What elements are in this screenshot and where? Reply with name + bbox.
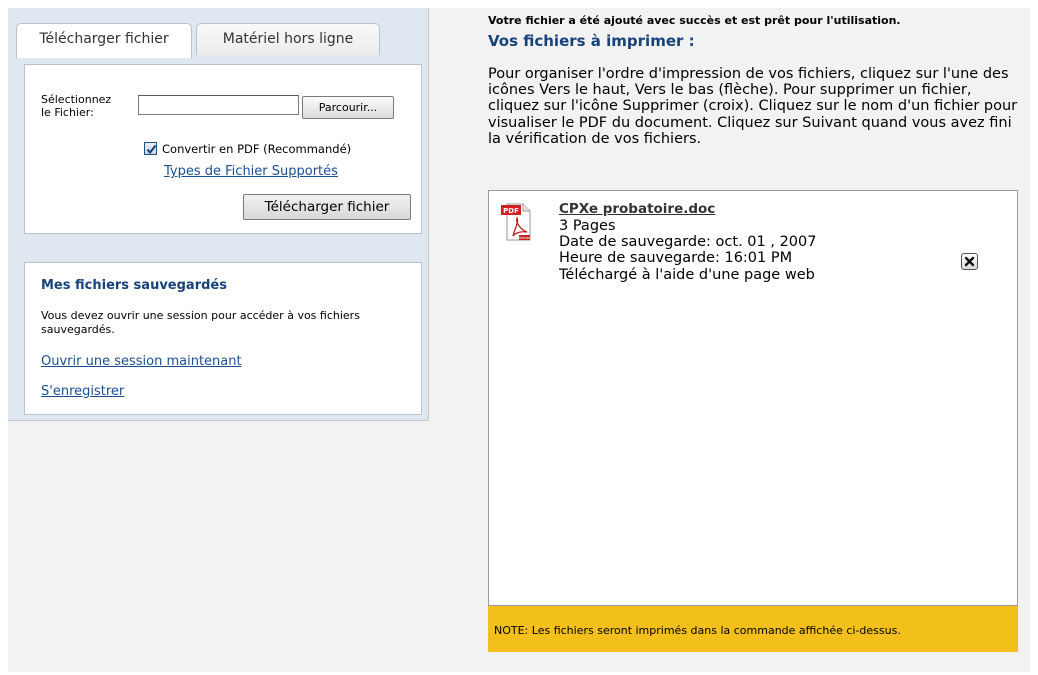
select-file-label: Sélectionnez le Fichier: xyxy=(41,93,112,119)
note-bar: NOTE: Les fichiers seront imprimés dans … xyxy=(488,606,1018,652)
file-source: Téléchargé à l'aide d'une page web xyxy=(559,266,815,283)
saved-files-title: Mes fichiers sauvegardés xyxy=(41,278,227,293)
tab-offline-material[interactable]: Matériel hors ligne xyxy=(196,23,380,55)
file-path-input[interactable] xyxy=(138,95,299,115)
file-save-time: Heure de sauvegarde: 16:01 PM xyxy=(559,250,793,267)
instructions-text: Pour organiser l'ordre d'impression de v… xyxy=(488,66,1018,147)
register-link[interactable]: S'enregistrer xyxy=(41,384,124,399)
supported-file-types-link[interactable]: Types de Fichier Supportés xyxy=(164,164,338,179)
upload-file-button[interactable]: Télécharger fichier xyxy=(243,194,411,220)
file-details: 3 Pages Date de sauvegarde: oct. 01 , 20… xyxy=(559,218,849,283)
print-order-note: NOTE: Les fichiers seront imprimés dans … xyxy=(494,624,901,637)
convert-pdf-checkbox[interactable] xyxy=(144,142,157,155)
left-sidebar: Télécharger fichier Matériel hors ligne … xyxy=(8,8,429,421)
svg-text:PDF: PDF xyxy=(503,207,519,215)
login-now-link[interactable]: Ouvrir une session maintenant xyxy=(41,354,242,369)
file-name-link[interactable]: CPXe probatoire.doc xyxy=(559,201,715,217)
svg-text:Adobe: Adobe xyxy=(519,236,531,240)
browse-button[interactable]: Parcourir... xyxy=(302,96,394,119)
success-message: Votre fichier a été ajouté avec succès e… xyxy=(488,14,901,27)
file-pages: 3 Pages xyxy=(559,218,616,234)
close-icon xyxy=(964,256,975,267)
files-list: PDF Adobe CPXe probatoire.doc 3 Pages Da… xyxy=(488,190,1018,606)
saved-files-message: Vous devez ouvrir une session pour accéd… xyxy=(41,309,360,336)
saved-files-panel: Mes fichiers sauvegardés Vous devez ouvr… xyxy=(24,262,422,415)
file-save-date: Date de sauvegarde: oct. 01 , 2007 xyxy=(559,234,817,251)
checkmark-icon xyxy=(146,144,157,155)
pdf-icon[interactable]: PDF Adobe xyxy=(501,202,531,242)
delete-file-button[interactable] xyxy=(961,253,978,270)
upload-panel: Sélectionnez le Fichier: Parcourir... Co… xyxy=(24,64,422,234)
files-to-print-title: Vos fichiers à imprimer : xyxy=(488,32,695,50)
tab-upload-file[interactable]: Télécharger fichier xyxy=(16,23,192,58)
convert-pdf-label: Convertir en PDF (Recommandé) xyxy=(162,142,352,156)
